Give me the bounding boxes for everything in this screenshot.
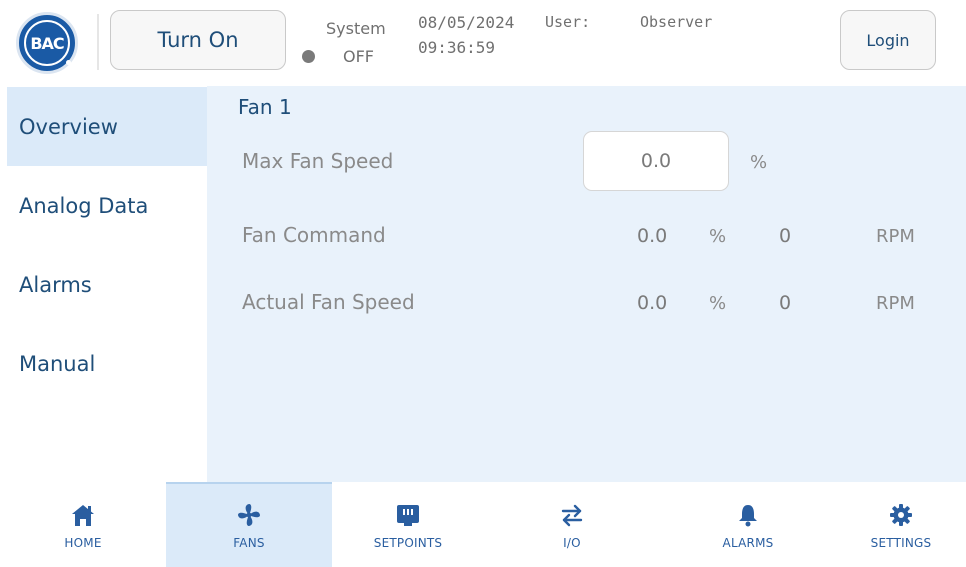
setpoints-icon <box>393 500 423 530</box>
sidebar-item-label: Overview <box>19 114 118 139</box>
nav-setpoints[interactable]: SETPOINTS <box>332 482 484 567</box>
system-status: OFF <box>343 47 374 66</box>
gear-icon <box>886 500 916 530</box>
login-button[interactable]: Login <box>840 10 936 70</box>
header-bar: BAC Turn On System OFF 08/05/2024 09:36:… <box>0 0 966 86</box>
actual-fan-speed-rpm: 0 <box>779 292 792 314</box>
io-arrows-icon <box>557 500 587 530</box>
nav-home[interactable]: HOME <box>0 482 166 567</box>
bottom-nav: HOME FANS SETPOINTS I/O ALARMS SETTINGS <box>0 482 966 567</box>
system-status-dot <box>302 50 315 63</box>
turn-on-button[interactable]: Turn On <box>110 10 286 70</box>
logo-registered-mark <box>66 60 71 65</box>
nav-settings[interactable]: SETTINGS <box>836 482 966 567</box>
home-icon <box>68 500 98 530</box>
bac-logo: BAC <box>16 12 78 74</box>
nav-io[interactable]: I/O <box>484 482 660 567</box>
max-fan-speed-unit: % <box>750 152 768 173</box>
fan-command-rpm-unit: RPM <box>876 226 915 247</box>
nav-label: HOME <box>64 536 102 550</box>
actual-fan-speed-percent: 0.0 <box>637 292 668 314</box>
sidebar-item-alarms[interactable]: Alarms <box>7 245 207 324</box>
fan-command-label: Fan Command <box>242 223 386 247</box>
max-fan-speed-input[interactable]: 0.0 <box>583 131 729 191</box>
sidebar-item-manual[interactable]: Manual <box>7 324 207 403</box>
nav-fans[interactable]: FANS <box>166 482 332 567</box>
actual-fan-speed-rpm-unit: RPM <box>876 293 915 314</box>
logo-text: BAC <box>24 20 70 66</box>
actual-fan-speed-label: Actual Fan Speed <box>242 290 415 314</box>
nav-alarms[interactable]: ALARMS <box>660 482 836 567</box>
sidebar-item-overview[interactable]: Overview <box>7 87 207 166</box>
user-value: Observer <box>640 13 713 31</box>
max-fan-speed-label: Max Fan Speed <box>242 149 394 173</box>
nav-label: SETPOINTS <box>373 536 443 550</box>
current-time: 09:36:59 <box>418 38 496 57</box>
nav-label: I/O <box>563 536 581 550</box>
sidebar-item-label: Analog Data <box>19 193 149 218</box>
bell-icon <box>733 500 763 530</box>
user-label: User: <box>545 13 591 31</box>
nav-label: SETTINGS <box>870 536 932 550</box>
nav-label: FANS <box>233 536 265 550</box>
actual-fan-speed-percent-unit: % <box>709 293 727 314</box>
current-date: 08/05/2024 <box>418 13 515 32</box>
header-divider <box>97 14 99 70</box>
sidebar-item-label: Alarms <box>19 272 92 297</box>
fan-overview-panel: Fan 1 Max Fan Speed 0.0 % Fan Command 0.… <box>207 86 966 482</box>
fan-command-percent-unit: % <box>709 226 727 247</box>
fan-command-percent: 0.0 <box>637 225 668 247</box>
sidebar-item-analog-data[interactable]: Analog Data <box>7 166 207 245</box>
fan-command-rpm: 0 <box>779 225 792 247</box>
system-label: System <box>326 19 386 38</box>
section-title: Fan 1 <box>238 95 292 119</box>
sidebar-item-label: Manual <box>19 351 96 376</box>
nav-label: ALARMS <box>722 536 774 550</box>
sidebar: Overview Analog Data Alarms Manual <box>0 86 207 482</box>
fan-icon <box>234 500 264 530</box>
